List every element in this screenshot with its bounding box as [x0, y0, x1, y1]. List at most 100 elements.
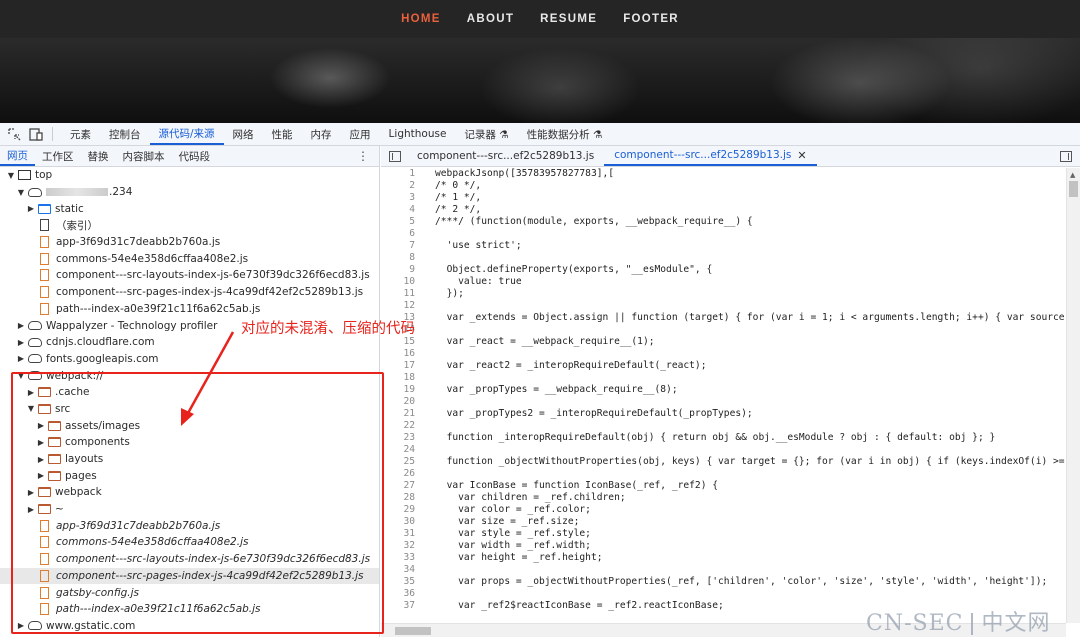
editor-tab-2[interactable]: component---src...ef2c5289b13.js ✕	[604, 146, 817, 166]
tree-item[interactable]: （索引）	[0, 217, 379, 234]
tree-item[interactable]: ▶ fonts.googleapis.com	[0, 351, 379, 368]
line-number[interactable]: 32	[381, 540, 435, 552]
line-number[interactable]: 31	[381, 528, 435, 540]
line-number[interactable]: 19	[381, 384, 435, 396]
line-number[interactable]: 17	[381, 360, 435, 372]
line-number[interactable]: 28	[381, 492, 435, 504]
collapsed-arrow-icon[interactable]: ▶	[26, 505, 36, 514]
collapsed-arrow-icon[interactable]: ▶	[26, 388, 36, 397]
tree-item[interactable]: app-3f69d31c7deabb2b760a.js	[0, 517, 379, 534]
line-number[interactable]: 37	[381, 600, 435, 612]
line-number[interactable]: 16	[381, 348, 435, 360]
line-number[interactable]: 10	[381, 276, 435, 288]
tree-item[interactable]: path---index-a0e39f21c11f6a62c5ab.js	[0, 601, 379, 618]
tree-item[interactable]: ▶ static	[0, 200, 379, 217]
collapsed-arrow-icon[interactable]: ▶	[26, 204, 36, 213]
devtools-tab-0[interactable]: 元素	[61, 123, 100, 145]
toggle-navigator-icon[interactable]	[389, 150, 401, 162]
more-options-icon[interactable]: ⋮	[357, 149, 369, 163]
devtools-tab-7[interactable]: Lighthouse	[380, 123, 456, 145]
vertical-scrollbar[interactable]: ▲	[1066, 168, 1080, 623]
line-number[interactable]: 8	[381, 252, 435, 264]
scrollbar-thumb[interactable]	[395, 627, 431, 635]
collapsed-arrow-icon[interactable]: ▶	[36, 455, 46, 464]
expanded-arrow-icon[interactable]: ▼	[26, 404, 36, 413]
line-number[interactable]: 24	[381, 444, 435, 456]
tree-item[interactable]: ▼ webpack://	[0, 367, 379, 384]
expanded-arrow-icon[interactable]: ▼	[6, 171, 16, 180]
close-tab-icon[interactable]: ✕	[797, 149, 806, 162]
line-number[interactable]: 11	[381, 288, 435, 300]
tree-item[interactable]: commons-54e4e358d6cffaa408e2.js	[0, 534, 379, 551]
line-number[interactable]: 18	[381, 372, 435, 384]
tree-item[interactable]: ▼ src	[0, 401, 379, 418]
line-number[interactable]: 5	[381, 216, 435, 228]
tree-item[interactable]: path---index-a0e39f21c11f6a62c5ab.js	[0, 301, 379, 318]
device-toolbar-icon[interactable]	[28, 126, 44, 142]
tree-item[interactable]: component---src-pages-index-js-4ca99df42…	[0, 284, 379, 301]
line-number[interactable]: 34	[381, 564, 435, 576]
devtools-tab-6[interactable]: 应用	[341, 123, 380, 145]
tree-item[interactable]: ▼ .234	[0, 184, 379, 201]
line-number[interactable]: 9	[381, 264, 435, 276]
tree-item[interactable]: component---src-layouts-index-js-6e730f3…	[0, 267, 379, 284]
expanded-arrow-icon[interactable]: ▼	[16, 371, 26, 380]
tree-item[interactable]: component---src-layouts-index-js-6e730f3…	[0, 551, 379, 568]
devtools-tab-8[interactable]: 记录器 ⚗	[455, 123, 517, 145]
tree-item[interactable]: gatsby-config.js	[0, 584, 379, 601]
line-number[interactable]: 21	[381, 408, 435, 420]
line-number[interactable]: 2	[381, 180, 435, 192]
tree-item[interactable]: component---src-pages-index-js-4ca99df42…	[0, 567, 379, 585]
line-number[interactable]: 29	[381, 504, 435, 516]
tree-item[interactable]: ▶ www.gstatic.com	[0, 618, 379, 635]
collapsed-arrow-icon[interactable]: ▶	[36, 438, 46, 447]
scrollbar-thumb[interactable]	[1069, 181, 1078, 197]
scroll-up-icon[interactable]: ▲	[1070, 171, 1075, 179]
tree-item[interactable]: ▶ ~	[0, 501, 379, 518]
tab-snippets[interactable]: 代码段	[172, 146, 218, 166]
tree-item[interactable]: ▼ top	[0, 167, 379, 184]
collapsed-arrow-icon[interactable]: ▶	[36, 471, 46, 480]
line-number[interactable]: 3	[381, 192, 435, 204]
line-number[interactable]: 27	[381, 480, 435, 492]
nav-resume-link[interactable]: RESUME	[527, 13, 610, 25]
tab-workspace[interactable]: 工作区	[35, 146, 81, 166]
collapsed-arrow-icon[interactable]: ▶	[16, 621, 26, 630]
line-number[interactable]: 25	[381, 456, 435, 468]
line-number[interactable]: 1	[381, 168, 435, 180]
nav-footer-link[interactable]: FOOTER	[610, 13, 692, 25]
expanded-arrow-icon[interactable]: ▼	[16, 188, 26, 197]
editor-tab-1[interactable]: component---src...ef2c5289b13.js	[407, 146, 604, 166]
tree-item[interactable]: commons-54e4e358d6cffaa408e2.js	[0, 250, 379, 267]
line-number[interactable]: 22	[381, 420, 435, 432]
tree-item[interactable]: ▶ webpack	[0, 484, 379, 501]
tab-overrides[interactable]: 替换	[81, 146, 116, 166]
nav-about-link[interactable]: ABOUT	[454, 13, 527, 25]
line-number[interactable]: 33	[381, 552, 435, 564]
toggle-debugger-icon[interactable]	[1060, 151, 1072, 162]
line-number[interactable]: 36	[381, 588, 435, 600]
tab-content-scripts[interactable]: 内容脚本	[116, 146, 172, 166]
devtools-tab-3[interactable]: 网络	[224, 123, 263, 145]
tree-item[interactable]: app-3f69d31c7deabb2b760a.js	[0, 234, 379, 251]
tab-page[interactable]: 网页	[0, 146, 35, 166]
collapsed-arrow-icon[interactable]: ▶	[16, 321, 26, 330]
line-number[interactable]: 30	[381, 516, 435, 528]
line-number[interactable]: 4	[381, 204, 435, 216]
line-number[interactable]: 26	[381, 468, 435, 480]
devtools-tab-4[interactable]: 性能	[263, 123, 302, 145]
line-number[interactable]: 12	[381, 300, 435, 312]
collapsed-arrow-icon[interactable]: ▶	[16, 354, 26, 363]
devtools-tab-9[interactable]: 性能数据分析 ⚗	[518, 123, 612, 145]
tree-item[interactable]: ▶ components	[0, 434, 379, 451]
nav-home-link[interactable]: HOME	[388, 13, 454, 25]
line-number[interactable]: 20	[381, 396, 435, 408]
devtools-tab-1[interactable]: 控制台	[100, 123, 150, 145]
inspect-element-icon[interactable]	[6, 126, 22, 142]
tree-item[interactable]: ▶ assets/images	[0, 417, 379, 434]
tree-item[interactable]: ▶ layouts	[0, 451, 379, 468]
collapsed-arrow-icon[interactable]: ▶	[26, 488, 36, 497]
line-number[interactable]: 23	[381, 432, 435, 444]
line-number[interactable]: 35	[381, 576, 435, 588]
collapsed-arrow-icon[interactable]: ▶	[36, 421, 46, 430]
